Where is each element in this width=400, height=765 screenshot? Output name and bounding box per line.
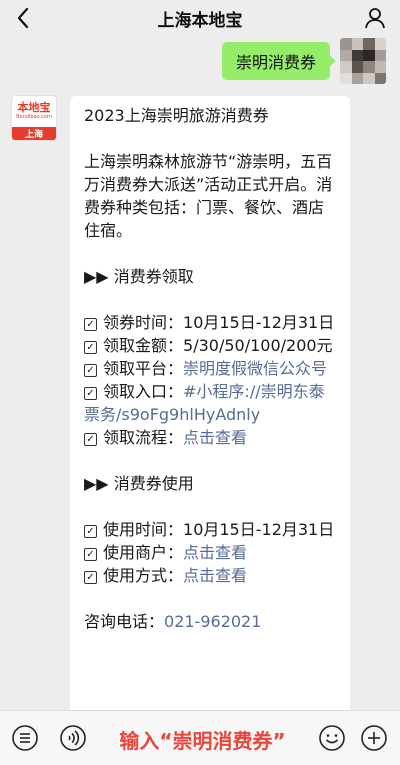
emoji-icon	[319, 725, 345, 751]
menu-list-icon	[12, 725, 38, 751]
amount-label: 领取金额：	[103, 336, 184, 355]
plus-icon	[361, 725, 387, 751]
checkbox-icon: ✓	[84, 318, 97, 331]
get-time-label: 领券时间：	[103, 313, 184, 332]
platform-row: ✓ 领取平台：崇明度假微信公众号	[84, 357, 336, 380]
message-intro: 上海崇明森林旅游节“游崇明，五百万消费券大派送”活动正式开启。消费券种类包括：门…	[84, 152, 333, 240]
use-time-label: 使用时间：	[103, 520, 184, 539]
merchant-link[interactable]: 点击查看	[183, 543, 247, 562]
bot-avatar[interactable]: 本地宝 Bendibao.com 上海	[11, 95, 57, 141]
logo-main-text: 本地宝	[17, 101, 51, 114]
method-row: ✓ 使用方式：点击查看	[84, 564, 336, 587]
outgoing-bubble[interactable]: 崇明消费券	[221, 42, 337, 80]
process-link[interactable]: 点击查看	[183, 428, 247, 447]
emoji-button[interactable]	[317, 723, 347, 753]
phone-label: 咨询电话：	[84, 612, 165, 631]
checkbox-icon: ✓	[84, 548, 97, 561]
logo-city: 上海	[12, 127, 56, 140]
platform-link[interactable]: 崇明度假微信公众号	[183, 359, 327, 378]
chat-title: 上海本地宝	[157, 10, 243, 31]
menu-button[interactable]	[10, 723, 40, 753]
person-icon	[365, 8, 385, 29]
checkbox-icon: ✓	[84, 525, 97, 538]
process-label: 领取流程：	[103, 428, 184, 447]
process-row: ✓ 领取流程：点击查看	[84, 426, 336, 449]
phone-row: 咨询电话：021-962021	[84, 610, 336, 633]
checkbox-icon: ✓	[84, 341, 97, 354]
checkbox-icon: ✓	[84, 571, 97, 584]
logo: 本地宝 Bendibao.com	[12, 96, 56, 127]
section-heading-use: ▶▶ 消费券使用	[84, 474, 194, 493]
get-time-value: 10月15日-12月31日	[183, 313, 335, 332]
voice-icon	[60, 725, 86, 751]
merchant-label: 使用商户：	[103, 543, 184, 562]
entry-row: ✓ 领取入口：#小程序://崇明东泰票务/s9oFg9hlHyAdnly	[84, 380, 336, 426]
profile-button[interactable]	[360, 3, 390, 33]
checkbox-icon: ✓	[84, 364, 97, 377]
message-input[interactable]: 输入“崇明消费券”	[95, 723, 310, 755]
amount-value: 5/30/50/100/200元	[183, 336, 333, 355]
top-bar: 上海本地宝	[0, 0, 400, 36]
section-heading-get: ▶▶ 消费券领取	[84, 267, 194, 286]
checkbox-icon: ✓	[84, 433, 97, 446]
input-bar: 输入“崇明消费券”	[0, 710, 400, 765]
logo-sub-text: Bendibao.com	[16, 114, 52, 120]
incoming-bubble: 2023上海崇明旅游消费券 上海崇明森林旅游节“游崇明，五百万消费券大派送”活动…	[70, 96, 350, 726]
method-link[interactable]: 点击查看	[183, 566, 247, 585]
merchant-row: ✓ 使用商户：点击查看	[84, 541, 336, 564]
entry-label: 领取入口：	[103, 382, 184, 401]
use-time-row: ✓ 使用时间：10月15日-12月31日	[84, 518, 336, 541]
voice-button[interactable]	[58, 723, 88, 753]
plus-button[interactable]	[359, 723, 389, 753]
amount-row: ✓ 领取金额：5/30/50/100/200元	[84, 334, 336, 357]
platform-label: 领取平台：	[103, 359, 184, 378]
checkbox-icon: ✓	[84, 387, 97, 400]
phone-link[interactable]: 021-962021	[164, 612, 261, 631]
outgoing-message: 崇明消费券	[221, 36, 386, 86]
get-time-row: ✓ 领券时间：10月15日-12月31日	[84, 311, 336, 334]
method-label: 使用方式：	[103, 566, 184, 585]
user-avatar[interactable]	[340, 38, 386, 84]
message-title: 2023上海崇明旅游消费券	[84, 106, 269, 125]
use-time-value: 10月15日-12月31日	[183, 520, 335, 539]
